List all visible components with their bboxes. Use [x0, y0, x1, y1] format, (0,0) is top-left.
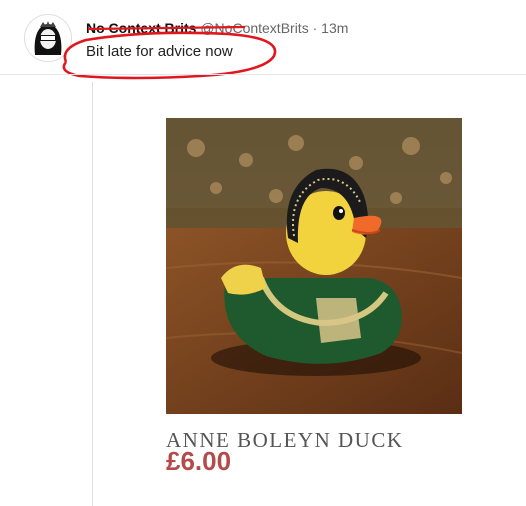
tweet-header: No Context Brits @NoContextBrits · 13m B…: [0, 0, 526, 90]
product-image[interactable]: [166, 118, 462, 414]
display-name[interactable]: No Context Brits: [86, 20, 196, 36]
timestamp[interactable]: 13m: [321, 20, 348, 36]
queen-portrait-icon: [25, 15, 71, 61]
tweet-text: Bit late for advice now: [86, 43, 233, 60]
avatar[interactable]: [24, 14, 72, 62]
duck-photo: [166, 118, 462, 414]
divider: [0, 74, 526, 75]
handle[interactable]: @NoContextBrits: [200, 20, 308, 36]
product-price: £6.00: [166, 446, 232, 476]
separator-dot: ·: [312, 20, 318, 36]
author-line: No Context Brits @NoContextBrits · 13m: [86, 20, 348, 36]
